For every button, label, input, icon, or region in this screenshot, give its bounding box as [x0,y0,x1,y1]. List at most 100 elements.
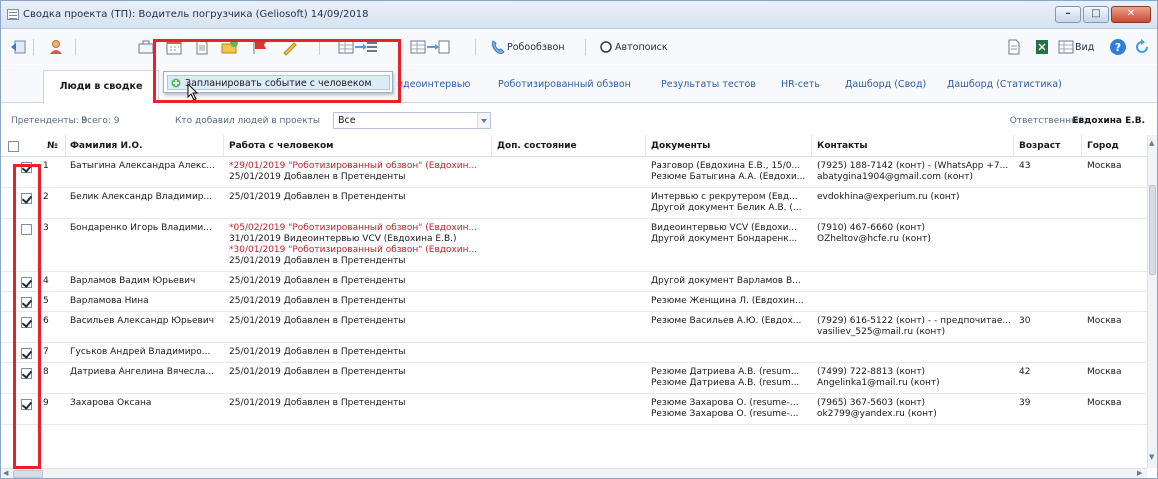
col-state[interactable]: Доп. состояние [497,141,577,151]
work-entry: 25/01/2019 Добавлен в Претенденты [229,192,406,202]
col-docs[interactable]: Документы [651,141,710,151]
help-icon[interactable]: ? [1109,38,1127,56]
refresh-icon[interactable] [1133,38,1151,56]
document-entry[interactable]: Другой документ Бондаренк... [651,234,809,245]
table-row[interactable]: 9 Захарова Оксана 25/01/2019 Добавлен в Пр… [1,394,1147,425]
table-row[interactable]: 8 Датриева Ангелина Вячесла... 25/01/2019 … [1,363,1147,394]
briefcase-icon[interactable] [137,38,155,56]
row-name: Датриева Ангелина Вячесла... [70,367,214,377]
tab-video-interview[interactable]: идеоинтервью [397,79,470,90]
document-entry[interactable]: Резюме Датриева А.В. (resum... [651,367,809,378]
row-documents: Другой документ Варламов В... [651,276,809,287]
document-entry[interactable]: Другой документ Варламов В... [651,276,809,287]
scroll-thumb-horizontal[interactable] [13,470,43,478]
row-name: Варламов Вадим Юрьевич [70,276,196,286]
tab-robocall[interactable]: Роботизированный обзвон [498,79,631,90]
row-number: 7 [43,347,49,357]
document-entry[interactable]: Другой документ Белик А.В. (... [651,203,809,214]
pencil-icon[interactable] [281,38,299,56]
row-checkbox[interactable] [21,224,32,235]
work-entry: 25/01/2019 Добавлен в Претенденты [229,296,406,306]
people-table: № Фамилия И.О. Работа с человеком Доп. с… [1,135,1147,468]
column-divider [65,135,66,157]
document-entry[interactable]: Разговор (Евдохина Е.В., 15/0... [651,161,809,172]
column-divider [491,135,492,157]
work-entry: *30/01/2019 "Роботизированный обзвон" (Е… [229,245,478,255]
filter-bar: Претенденты: 9 Всего: 9 Кто добавил люде… [1,109,1157,133]
work-entry: *29/01/2019 "Роботизированный обзвон" (Е… [229,161,478,171]
document-icon[interactable] [193,38,211,56]
document-entry[interactable]: Резюме Захарова О. (resume-... [651,409,809,420]
col-work[interactable]: Работа с человеком [229,141,334,151]
maximize-button[interactable]: □ [1083,6,1109,23]
row-checkbox[interactable] [21,162,32,173]
back-icon[interactable] [9,38,27,56]
scroll-left-icon[interactable]: ◀ [3,469,8,477]
view-grid-icon[interactable] [1057,38,1075,56]
view-button[interactable]: Вид [1075,42,1094,53]
row-work-history: *29/01/2019 "Роботизированный обзвон" (Е… [229,161,489,183]
table-row[interactable]: 7 Гуськов Андрей Владимиро... 25/01/2019 Д… [1,343,1147,363]
work-entry: *05/02/2019 "Роботизированный обзвон" (Е… [229,223,478,233]
col-age[interactable]: Возраст [1019,141,1060,151]
row-name: Васильев Александр Юрьевич [70,316,215,326]
document-entry[interactable]: Видеоинтервью VCV (Евдохи... [651,223,809,234]
vertical-scrollbar[interactable]: ▲ ▼ [1147,135,1157,468]
person-icon[interactable] [47,38,65,56]
work-entry: 25/01/2019 Добавлен в Претенденты [229,347,406,357]
tab-dashboard-summary[interactable]: Дашборд (Свод) [845,79,926,90]
document-entry[interactable]: Резюме Захарова О. (resume-... [651,398,809,409]
row-checkbox[interactable] [21,368,32,379]
scroll-right-icon[interactable]: ▶ [1137,469,1142,477]
contact-entry: ok2799@yandex.ru (конт) [817,409,937,419]
table-row[interactable]: 1 Батыгина Александра Алекс... *29/01/2019… [1,157,1147,188]
col-city[interactable]: Город [1087,141,1119,151]
horizontal-scrollbar[interactable]: ◀ ▶ [1,468,1147,478]
table-row[interactable]: 5 Варламова Нина 25/01/2019 Добавлен в Пре… [1,292,1147,312]
scroll-down-icon[interactable]: ▼ [1149,453,1156,461]
work-entry: 25/01/2019 Добавлен в Претенденты [229,172,406,182]
minimize-button[interactable]: – [1055,6,1081,23]
phone-icon[interactable] [489,38,507,56]
select-all-checkbox[interactable] [8,141,19,152]
tab-people[interactable]: Люди в сводке [43,70,159,104]
close-button[interactable]: ✕ [1111,6,1151,23]
row-checkbox[interactable] [21,297,32,308]
document-settings-icon[interactable] [1005,38,1023,56]
row-work-history: 25/01/2019 Добавлен в Претенденты [229,192,489,203]
table-row[interactable]: 4 Варламов Вадим Юрьевич 25/01/2019 Добавл… [1,272,1147,292]
table-row[interactable]: 3 Бондаренко Игорь Владими... *05/02/2019 … [1,219,1147,272]
excel-icon[interactable] [1033,38,1051,56]
mail-folder-icon[interactable] [221,38,239,56]
search-icon[interactable] [597,38,615,56]
chevron-down-icon[interactable] [477,113,490,128]
document-entry[interactable]: Интервью с рекрутером (Евд... [651,192,809,203]
row-checkbox[interactable] [21,317,32,328]
row-checkbox[interactable] [21,277,32,288]
tab-hr-network[interactable]: HR-сеть [781,79,820,90]
tab-dashboard-stats[interactable]: Дашборд (Статистика) [947,79,1062,90]
row-checkbox[interactable] [21,348,32,359]
table-row[interactable]: 6 Васильев Александр Юрьевич 25/01/2019 До… [1,312,1147,343]
added-by-select[interactable]: Все [333,112,491,129]
row-checkbox[interactable] [21,193,32,204]
tab-test-results[interactable]: Результаты тестов [661,79,756,90]
document-entry[interactable]: Резюме Батыгина А.А. (Евдохи... [651,172,809,183]
col-num[interactable]: № [47,141,58,151]
document-entry[interactable]: Резюме Женщина Л. (Евдохин... [651,296,809,307]
column-divider [811,135,812,157]
scroll-thumb[interactable] [1149,185,1156,275]
flag-icon[interactable] [251,38,269,56]
document-entry[interactable]: Резюме Датриева А.В. (resum... [651,378,809,389]
table-row[interactable]: 2 Белик Александр Владимир... 25/01/2019 Д… [1,188,1147,219]
document-entry[interactable]: Резюме Васильев А.Ю. (Евдох... [651,316,809,327]
autosearch-button[interactable]: Автопоиск [615,42,668,53]
export-table-icon[interactable] [337,38,379,56]
scroll-up-icon[interactable]: ▲ [1149,139,1156,147]
col-name[interactable]: Фамилия И.О. [70,141,143,151]
export-table-icon-2[interactable] [409,38,451,56]
robocall-button[interactable]: Робообзвон [507,42,565,53]
row-checkbox[interactable] [21,399,32,410]
col-contacts[interactable]: Контакты [817,141,868,151]
calendar-icon[interactable] [165,38,183,56]
